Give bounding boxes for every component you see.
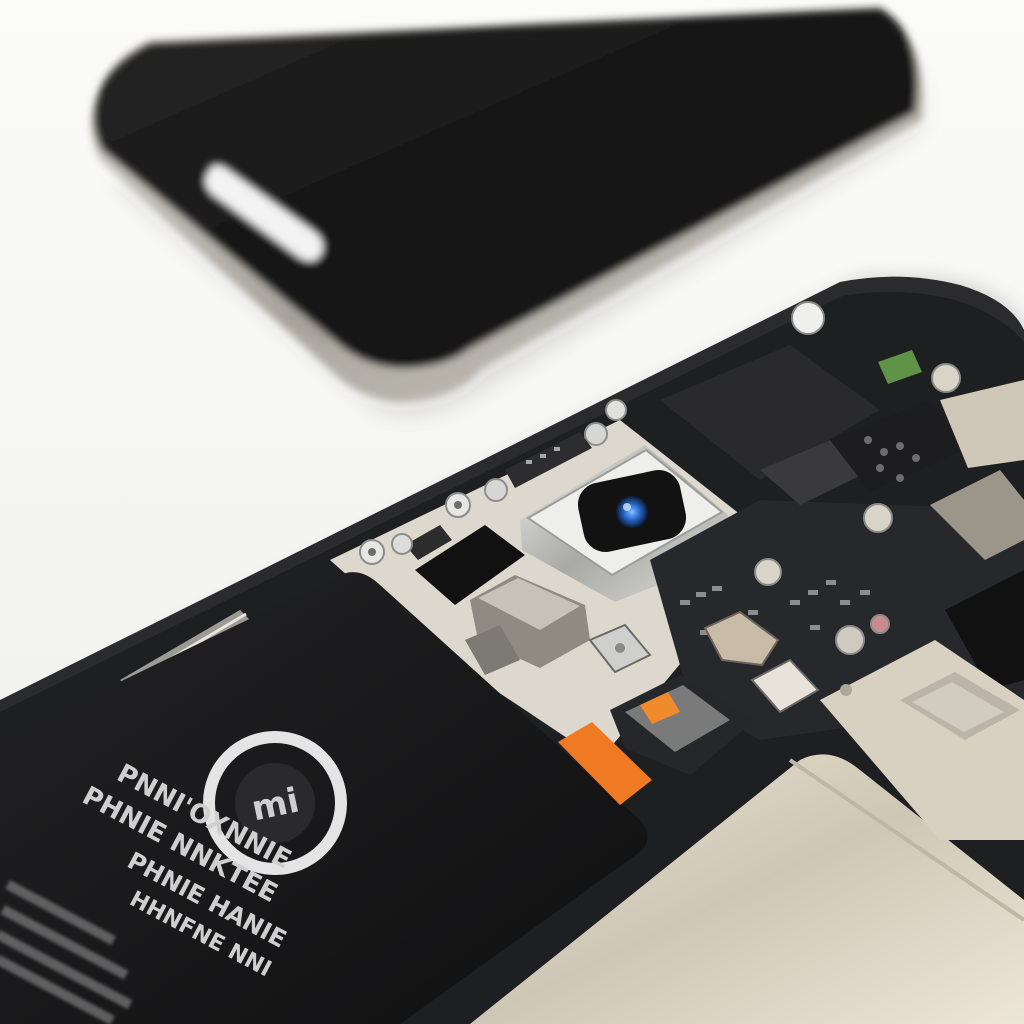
photo-scene: mi PNNI'OXNNIE PHNIE NNKTEE PHNIE HANIE …: [0, 0, 1024, 1024]
camera-lens-icon: [616, 496, 648, 528]
scene-canvas: mi PNNI'OXNNIE PHNIE NNKTEE PHNIE HANIE …: [0, 0, 1024, 1024]
